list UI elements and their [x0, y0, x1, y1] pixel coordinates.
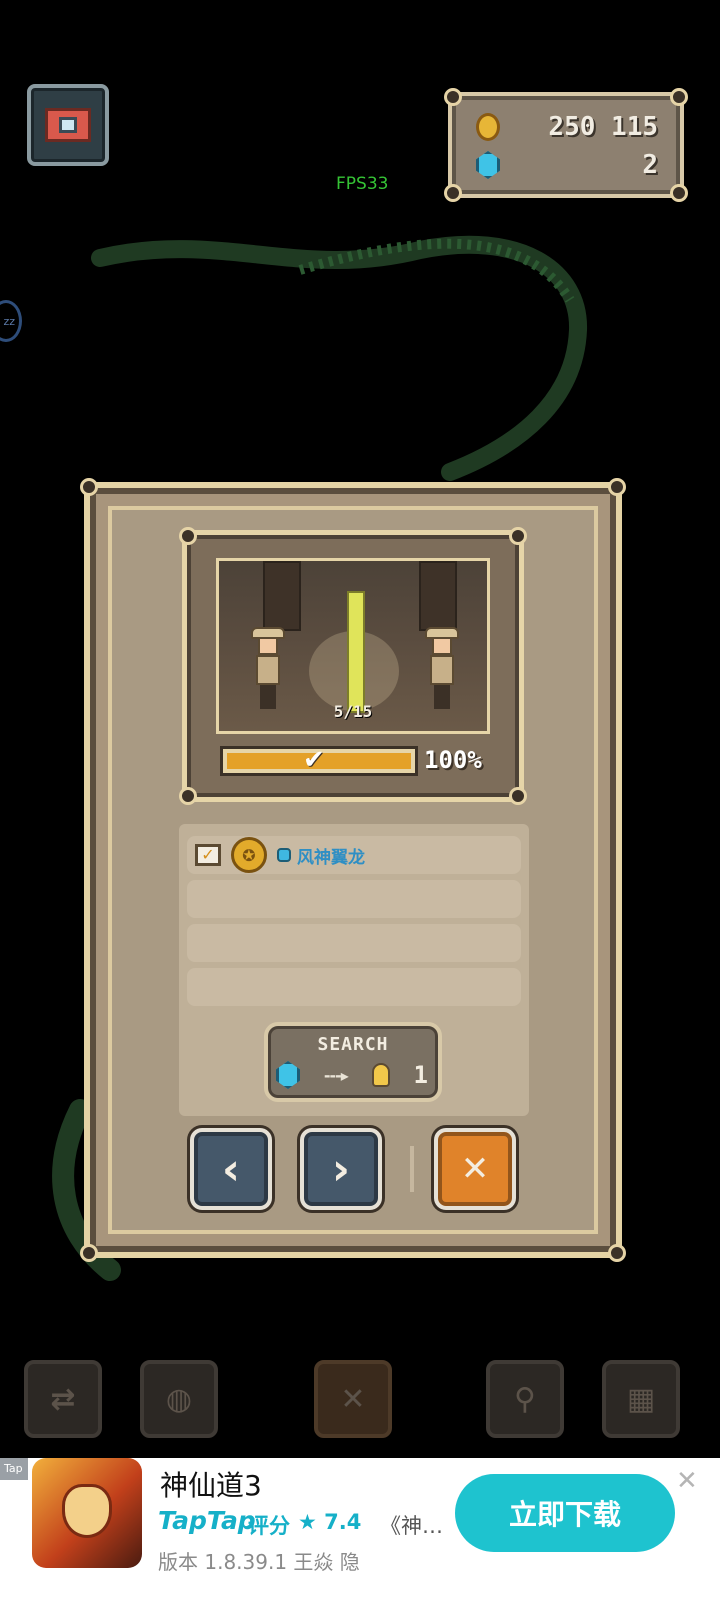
list-item[interactable]: ✓ ✪ 风神翼龙: [187, 836, 521, 874]
chevron-right-icon: ›: [331, 1143, 351, 1195]
camera-icon: [45, 108, 91, 142]
ad-title: 神仙道3: [160, 1469, 262, 1502]
game-app-icon[interactable]: [32, 1458, 142, 1568]
ad-close-icon[interactable]: ✕: [676, 1466, 698, 1496]
magnifier-icon: ⚲: [514, 1381, 536, 1417]
scene-counter: 5/15: [333, 702, 373, 721]
list-item-empty: [187, 880, 521, 918]
hint-tool-button[interactable]: ◍: [140, 1360, 218, 1438]
progress-percent: 100%: [424, 746, 482, 774]
search-tool-button[interactable]: ⚲: [486, 1360, 564, 1438]
previous-button[interactable]: ‹: [190, 1128, 272, 1210]
divider: [410, 1146, 414, 1192]
search-button[interactable]: SEARCH ---▸ 1: [264, 1022, 442, 1102]
currency-panel: 250 115 2: [444, 88, 688, 202]
progress-bar: ✔: [220, 745, 418, 776]
coin-count: 250 115: [548, 112, 658, 142]
arrow-icon: ---▸: [323, 1065, 349, 1085]
explorer-character: [251, 627, 285, 711]
lightbulb-icon: ◍: [165, 1381, 193, 1417]
check-icon: ✔: [303, 745, 325, 775]
chevron-left-icon: ‹: [221, 1143, 241, 1195]
ad-banner[interactable]: Tap 神仙道3 TapTap 评分 ★ 7.4 《神… 版本 1.8.39.1…: [0, 1458, 720, 1600]
checkbox-checked-icon: ✓: [195, 844, 221, 866]
search-cost: 1: [413, 1061, 428, 1089]
swap-tool-button[interactable]: ⇄: [24, 1360, 102, 1438]
ad-version: 版本 1.8.39.1 王焱 隐: [158, 1550, 360, 1574]
close-icon: ✕: [460, 1149, 490, 1189]
search-label: SEARCH: [317, 1034, 389, 1055]
ad-rating: ★ 7.4: [298, 1510, 362, 1534]
medal-icon: ✪: [231, 837, 267, 873]
next-button[interactable]: ›: [300, 1128, 382, 1210]
gem-dot-icon: [277, 848, 291, 862]
list-item-empty: [187, 924, 521, 962]
ad-rating-label: 评分: [248, 1514, 290, 1538]
light-beam: [347, 591, 365, 713]
gem-count: 2: [642, 150, 658, 180]
hint-bulb-icon: [371, 1063, 390, 1087]
camera-button[interactable]: [27, 84, 109, 166]
map-tool-button[interactable]: ▦: [602, 1360, 680, 1438]
gem-icon: [276, 1061, 300, 1089]
list-item-label: 风神翼龙: [297, 847, 365, 868]
gem-row: 2: [476, 148, 658, 182]
close-icon: ✕: [340, 1381, 366, 1417]
cancel-tool-button[interactable]: ✕: [314, 1360, 392, 1438]
gem-icon: [476, 151, 500, 179]
fps-counter: FPS33: [336, 174, 389, 194]
download-button[interactable]: 立即下载: [455, 1474, 675, 1552]
explorer-character: [425, 627, 459, 711]
ad-description: 《神…: [380, 1514, 443, 1538]
close-dialog-button[interactable]: ✕: [434, 1128, 516, 1210]
coin-row: 250 115: [476, 110, 658, 144]
list-item-empty: [187, 968, 521, 1006]
ad-brand: TapTap: [158, 1506, 256, 1535]
ad-tag: Tap: [0, 1458, 28, 1480]
swap-icon: ⇄: [50, 1381, 76, 1417]
map-icon: ▦: [626, 1381, 656, 1417]
coin-icon: [476, 113, 500, 141]
excavation-scene: 5/15: [216, 558, 490, 734]
